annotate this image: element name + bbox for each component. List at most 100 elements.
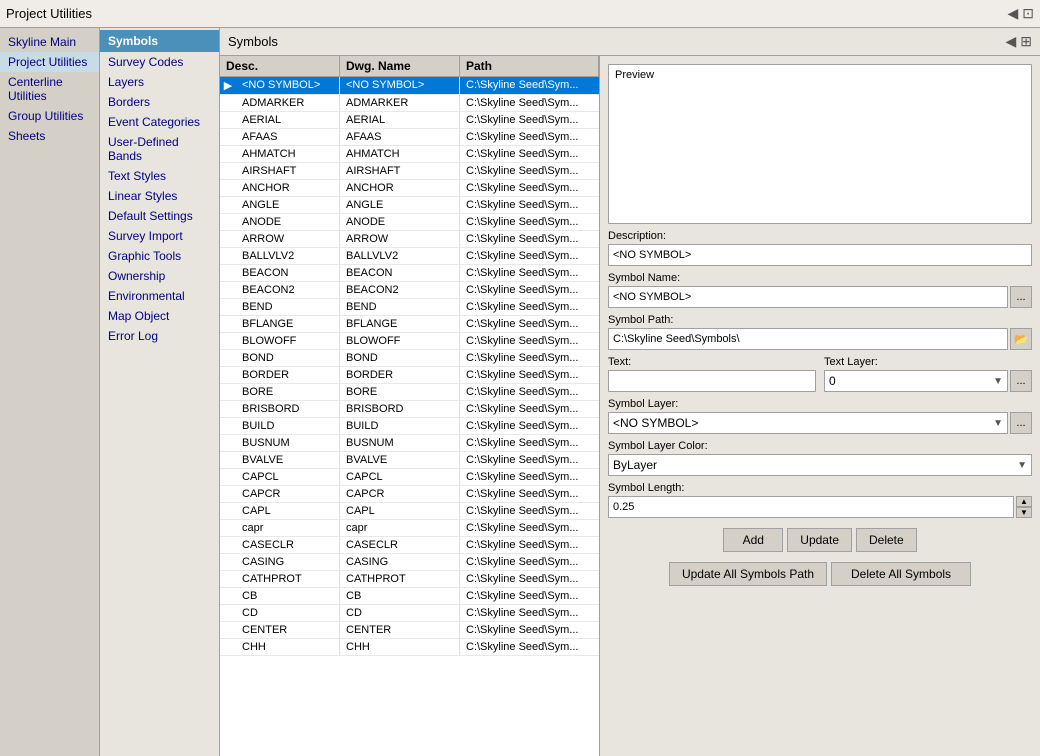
table-row[interactable]: BUILDBUILDC:\Skyline Seed\Sym...	[220, 418, 599, 435]
middle-item-ownership[interactable]: Ownership	[100, 266, 219, 286]
cell-dwg: ADMARKER	[340, 95, 460, 111]
middle-item-environmental[interactable]: Environmental	[100, 286, 219, 306]
cell-desc: CENTER	[236, 622, 340, 638]
table-row[interactable]: caprcaprC:\Skyline Seed\Sym...	[220, 520, 599, 537]
update-all-symbols-path-button[interactable]: Update All Symbols Path	[669, 562, 827, 586]
cell-path: C:\Skyline Seed\Sym...	[460, 231, 599, 247]
symbol-name-dots-button[interactable]: ...	[1010, 286, 1032, 308]
middle-item-user-defined-bands[interactable]: User-Defined Bands	[100, 132, 219, 166]
cell-path: C:\Skyline Seed\Sym...	[460, 520, 599, 536]
table-row[interactable]: BENDBENDC:\Skyline Seed\Sym...	[220, 299, 599, 316]
spinner-up-button[interactable]: ▲	[1016, 496, 1032, 507]
update-button[interactable]: Update	[787, 528, 852, 552]
col-header-dwg[interactable]: Dwg. Name	[340, 56, 460, 76]
table-row[interactable]: CASECLRCASECLRC:\Skyline Seed\Sym...	[220, 537, 599, 554]
table-row[interactable]: BFLANGEBFLANGEC:\Skyline Seed\Sym...	[220, 316, 599, 333]
text-layer-dropdown[interactable]: 0 ▼	[824, 370, 1008, 392]
table-row[interactable]: CASINGCASINGC:\Skyline Seed\Sym...	[220, 554, 599, 571]
sidebar-item-skyline-main[interactable]: Skyline Main	[0, 32, 99, 52]
symbol-layer-color-arrow: ▼	[1017, 460, 1027, 471]
table-row[interactable]: CHHCHHC:\Skyline Seed\Sym...	[220, 639, 599, 656]
cell-dwg: CASING	[340, 554, 460, 570]
middle-item-map-object[interactable]: Map Object	[100, 306, 219, 326]
sidebar-item-centerline-utilities[interactable]: Centerline Utilities	[0, 72, 99, 106]
middle-item-linear-styles[interactable]: Linear Styles	[100, 186, 219, 206]
delete-all-symbols-button[interactable]: Delete All Symbols	[831, 562, 971, 586]
symbol-name-label: Symbol Name:	[608, 272, 1032, 284]
middle-item-layers[interactable]: Layers	[100, 72, 219, 92]
spinner-down-button[interactable]: ▼	[1016, 507, 1032, 518]
table-row[interactable]: BOREBOREC:\Skyline Seed\Sym...	[220, 384, 599, 401]
add-button[interactable]: Add	[723, 528, 783, 552]
table-row[interactable]: ▶<NO SYMBOL><NO SYMBOL>C:\Skyline Seed\S…	[220, 77, 599, 95]
text-layer-row: 0 ▼ ...	[824, 370, 1032, 392]
action-buttons-row: Add Update Delete	[608, 528, 1032, 552]
back-icon[interactable]: ◀	[1007, 5, 1018, 22]
middle-item-graphic-tools[interactable]: Graphic Tools	[100, 246, 219, 266]
symbol-path-input[interactable]: C:\Skyline Seed\Symbols\	[608, 328, 1008, 350]
table-row[interactable]: BVALVEBVALVEC:\Skyline Seed\Sym...	[220, 452, 599, 469]
table-row[interactable]: CAPLCAPLC:\Skyline Seed\Sym...	[220, 503, 599, 520]
middle-active-tab[interactable]: Symbols	[100, 30, 219, 52]
cell-desc: CASECLR	[236, 537, 340, 553]
table-row[interactable]: BLOWOFFBLOWOFFC:\Skyline Seed\Sym...	[220, 333, 599, 350]
sidebar-item-sheets[interactable]: Sheets	[0, 126, 99, 146]
table-row[interactable]: AIRSHAFTAIRSHAFTC:\Skyline Seed\Sym...	[220, 163, 599, 180]
middle-item-survey-codes[interactable]: Survey Codes	[100, 52, 219, 72]
symbol-name-input[interactable]: <NO SYMBOL>	[608, 286, 1008, 308]
middle-item-event-categories[interactable]: Event Categories	[100, 112, 219, 132]
symbol-layer-dots-button[interactable]: ...	[1010, 412, 1032, 434]
sidebar-item-group-utilities[interactable]: Group Utilities	[0, 106, 99, 126]
dock-icon[interactable]: ⊡	[1022, 5, 1034, 22]
text-layer-dots-button[interactable]: ...	[1010, 370, 1032, 392]
table-row[interactable]: ANODEANODEC:\Skyline Seed\Sym...	[220, 214, 599, 231]
middle-item-survey-import[interactable]: Survey Import	[100, 226, 219, 246]
table-row[interactable]: ANCHORANCHORC:\Skyline Seed\Sym...	[220, 180, 599, 197]
table-row[interactable]: AERIALAERIALC:\Skyline Seed\Sym...	[220, 112, 599, 129]
table-row[interactable]: BEACONBEACONC:\Skyline Seed\Sym...	[220, 265, 599, 282]
sidebar-item-project-utilities[interactable]: Project Utilities	[0, 52, 99, 72]
cell-desc: CAPCR	[236, 486, 340, 502]
folder-button[interactable]: 📂	[1010, 328, 1032, 350]
symbol-layer-dropdown[interactable]: <NO SYMBOL> ▼	[608, 412, 1008, 434]
middle-item-text-styles[interactable]: Text Styles	[100, 166, 219, 186]
cell-dwg: ANGLE	[340, 197, 460, 213]
cell-dwg: BORDER	[340, 367, 460, 383]
table-row[interactable]: BEACON2BEACON2C:\Skyline Seed\Sym...	[220, 282, 599, 299]
table-row[interactable]: CBCBC:\Skyline Seed\Sym...	[220, 588, 599, 605]
col-header-path[interactable]: Path	[460, 56, 599, 76]
symbol-path-field-group: Symbol Path: C:\Skyline Seed\Symbols\ 📂	[608, 314, 1032, 350]
table-row[interactable]: AHMATCHAHMATCHC:\Skyline Seed\Sym...	[220, 146, 599, 163]
table-row[interactable]: CDCDC:\Skyline Seed\Sym...	[220, 605, 599, 622]
table-row[interactable]: CENTERCENTERC:\Skyline Seed\Sym...	[220, 622, 599, 639]
row-arrow	[220, 537, 236, 553]
col-header-desc[interactable]: Desc.	[220, 56, 340, 76]
row-arrow	[220, 316, 236, 332]
table-row[interactable]: CAPCLCAPCLC:\Skyline Seed\Sym...	[220, 469, 599, 486]
table-row[interactable]: ARROWARROWC:\Skyline Seed\Sym...	[220, 231, 599, 248]
description-label: Description:	[608, 230, 1032, 242]
middle-item-borders[interactable]: Borders	[100, 92, 219, 112]
description-input[interactable]: <NO SYMBOL>	[608, 244, 1032, 266]
table-row[interactable]: BONDBONDC:\Skyline Seed\Sym...	[220, 350, 599, 367]
table-row[interactable]: AFAASAFAASC:\Skyline Seed\Sym...	[220, 129, 599, 146]
table-row[interactable]: CAPCRCAPCRC:\Skyline Seed\Sym...	[220, 486, 599, 503]
delete-button[interactable]: Delete	[856, 528, 917, 552]
cell-desc: AFAAS	[236, 129, 340, 145]
table-row[interactable]: BALLVLV2BALLVLV2C:\Skyline Seed\Sym...	[220, 248, 599, 265]
symbols-dock-icon[interactable]: ⊞	[1020, 33, 1032, 50]
table-row[interactable]: BUSNUMBUSNUMC:\Skyline Seed\Sym...	[220, 435, 599, 452]
middle-item-error-log[interactable]: Error Log	[100, 326, 219, 346]
table-row[interactable]: ANGLEANGLEC:\Skyline Seed\Sym...	[220, 197, 599, 214]
symbols-back-icon[interactable]: ◀	[1005, 33, 1016, 50]
symbol-length-input[interactable]	[608, 496, 1014, 518]
table-row[interactable]: CATHPROTCATHPROTC:\Skyline Seed\Sym...	[220, 571, 599, 588]
table-row[interactable]: ADMARKERADMARKERC:\Skyline Seed\Sym...	[220, 95, 599, 112]
cell-desc: <NO SYMBOL>	[236, 77, 340, 94]
table-row[interactable]: BORDERBORDERC:\Skyline Seed\Sym...	[220, 367, 599, 384]
symbol-layer-color-dropdown[interactable]: ByLayer ▼	[608, 454, 1032, 476]
row-arrow	[220, 333, 236, 349]
middle-item-default-settings[interactable]: Default Settings	[100, 206, 219, 226]
table-row[interactable]: BRISBORDBRISBORDC:\Skyline Seed\Sym...	[220, 401, 599, 418]
text-input[interactable]	[608, 370, 816, 392]
